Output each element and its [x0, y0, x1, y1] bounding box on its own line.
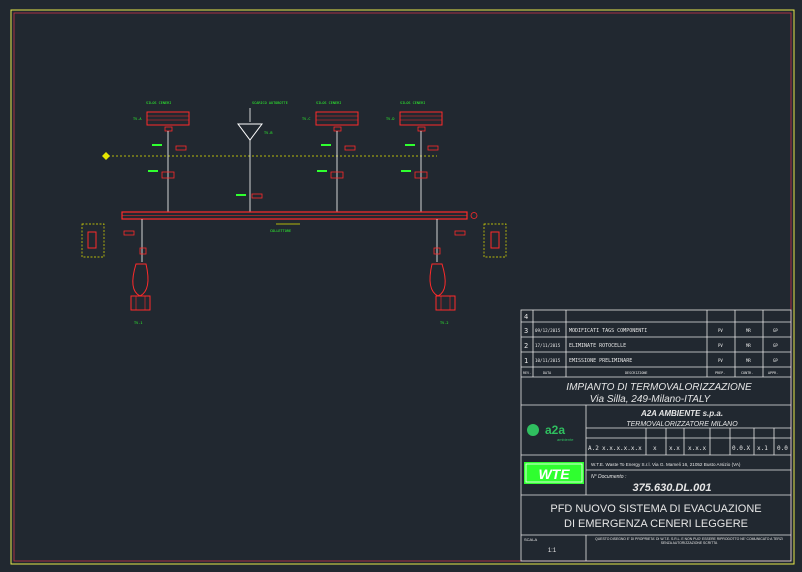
tank-d: SILOS CENERI TV-D: [386, 101, 443, 126]
scale-value: 1:1: [548, 548, 557, 554]
header-label: COLLETTORE: [270, 229, 291, 233]
scale-label: SCALA: [524, 537, 537, 542]
code-field-5: x.x.x: [688, 445, 706, 452]
code-field-6: 0.0.X: [732, 445, 750, 452]
rev-3-number: 3: [524, 327, 528, 335]
project-line1: IMPIANTO DI TERMOVALORIZZAZIONE: [566, 382, 752, 393]
tank-c-label: TV-C: [302, 117, 310, 121]
rev-2-desc: ELIMINATE ROTOCELLE: [569, 343, 626, 349]
tank-b-tag: SCARICO AUTOBOTTE: [252, 101, 288, 105]
valve-labels: [148, 144, 415, 196]
code-field-1: A.2: [588, 445, 599, 452]
rev-2-number: 2: [524, 342, 528, 350]
wte-logo-text: WTE: [538, 466, 570, 482]
wte-logo: WTE: [524, 462, 584, 484]
company-info: W.T.E. Waste To Energy S.r.l. Via G. Mam…: [591, 462, 741, 467]
disclaimer: QUESTO DISEGNO E' DI PROPRIETA' DI W.T.E…: [595, 537, 783, 546]
rev-2-app: GP: [773, 343, 778, 348]
process-diagram: SILOS CENERI TV-A SCARICO AUTOBOTTE TV-B…: [81, 101, 507, 325]
left-branch: TV-1: [81, 219, 151, 325]
a2a-logo-sub: ambiente: [557, 437, 574, 442]
rev-1-date: 10/11/2015: [535, 358, 561, 363]
rev-3-by: PV: [718, 328, 723, 333]
rev-1-by: PV: [718, 358, 723, 363]
tank-a: SILOS CENERI TV-A: [133, 101, 190, 126]
rev-1-number: 1: [524, 357, 528, 365]
code-field-3: x: [653, 445, 657, 452]
tank-b-label: TV-B: [264, 131, 272, 135]
outer-frame: [10, 9, 795, 565]
drawing-title-line2: DI EMERGENZA CENERI LEGGERE: [564, 518, 748, 530]
rev-header-desc: DESCRIZIONE: [625, 371, 647, 375]
cad-drawing: SILOS CENERI TV-A SCARICO AUTOBOTTE TV-B…: [10, 9, 795, 565]
code-fields: A.2 x.x.x.x.x.x x x.x x.x.x 0.0.X x.1 0.…: [588, 445, 788, 452]
rev-4-number: 4: [524, 313, 528, 321]
client-line1: A2A AMBIENTE s.p.a.: [640, 409, 723, 418]
tank-b: SCARICO AUTOBOTTE TV-B: [237, 101, 288, 141]
a2a-logo: a2a ambiente: [527, 423, 574, 442]
project-line2: Via Silla, 249-Milano-ITALY: [590, 394, 712, 405]
right-branch: TV-2: [429, 219, 507, 325]
tank-c-tag: SILOS CENERI: [316, 101, 341, 105]
drop-lines: [167, 131, 422, 212]
rev-2-date: 17/11/2015: [535, 343, 561, 348]
tank-a-label: TV-A: [133, 117, 142, 121]
code-field-8: 0.0: [777, 445, 788, 452]
tank-outlet-markers: [164, 126, 426, 132]
rev-3-app: GP: [773, 328, 778, 333]
rev-1-chk: MR: [746, 358, 751, 363]
rev-header-date: DATA: [543, 371, 551, 375]
code-field-7: x.1: [757, 445, 768, 452]
rev-3-date: 09/12/2015: [535, 328, 561, 333]
rev-1-desc: EMISSIONE PRELIMINARE: [569, 358, 632, 364]
signal-source-icon: [102, 152, 110, 160]
drawing-title-line1: PFD NUOVO SISTEMA DI EVACUAZIONE: [550, 503, 761, 515]
rev-3-desc: MODIFICATI TAGS COMPONENTI: [569, 328, 647, 334]
bottom-left-label: TV-1: [134, 321, 142, 325]
code-field-2: x.x.x.x.x.x: [602, 445, 642, 452]
tank-c: SILOS CENERI TV-C: [302, 101, 359, 126]
rev-header-app: APPR.: [768, 371, 778, 375]
rev-3-chk: MR: [746, 328, 751, 333]
rev-header-chk: CONTR.: [741, 371, 753, 375]
tank-d-tag: SILOS CENERI: [400, 101, 425, 105]
rev-2-by: PV: [718, 343, 723, 348]
code-field-4: x.x: [669, 445, 680, 452]
valves: [161, 145, 439, 199]
tank-a-tag: SILOS CENERI: [146, 101, 171, 105]
main-header: COLLETTORE: [121, 211, 478, 233]
bottom-right-label: TV-2: [440, 321, 448, 325]
tank-d-label: TV-D: [386, 117, 394, 121]
inner-frame: [13, 12, 792, 562]
rev-2-chk: MR: [746, 343, 751, 348]
a2a-logo-text: a2a: [545, 423, 565, 437]
doc-label: N° Documento :: [591, 474, 627, 480]
rev-header-by: PREP.: [715, 371, 725, 375]
doc-number: 375.630.DL.001: [633, 482, 712, 494]
rev-header-rev: REV.: [523, 371, 531, 375]
rev-1-app: GP: [773, 358, 778, 363]
client-line2: TERMOVALORIZZATORE MILANO: [626, 421, 738, 428]
